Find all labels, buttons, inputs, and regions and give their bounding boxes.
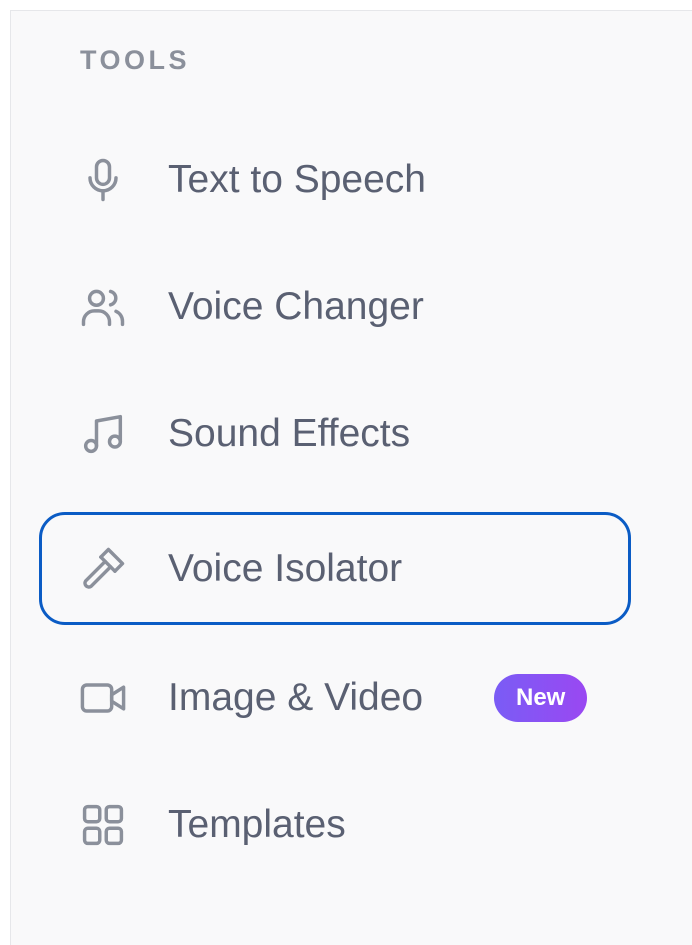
microphone-icon — [77, 154, 129, 206]
hammer-icon — [77, 543, 129, 595]
sidebar-item-templates[interactable]: Templates — [39, 768, 631, 881]
video-camera-icon — [77, 672, 129, 724]
new-badge: New — [494, 673, 588, 722]
sidebar-item-voice-isolator[interactable]: Voice Isolator — [39, 512, 631, 625]
sidebar-item-label: Voice Changer — [168, 285, 424, 328]
music-note-icon — [77, 408, 129, 460]
sidebar-item-label: Sound Effects — [168, 412, 411, 455]
sidebar-item-label: Templates — [168, 803, 346, 846]
grid-icon — [77, 799, 129, 851]
sidebar-panel: TOOLS Text to Speech Voice Changer Sound… — [10, 10, 692, 945]
sidebar-item-label: Image & Video — [168, 676, 424, 719]
sidebar-item-voice-changer[interactable]: Voice Changer — [39, 250, 631, 363]
users-icon — [77, 281, 129, 333]
sidebar-item-text-to-speech[interactable]: Text to Speech — [39, 123, 631, 236]
sidebar-item-image-video[interactable]: Image & Video New — [39, 641, 631, 754]
sidebar-item-label: Text to Speech — [168, 158, 426, 201]
sidebar-item-label: Voice Isolator — [168, 547, 403, 590]
sidebar-item-sound-effects[interactable]: Sound Effects — [39, 377, 631, 490]
section-title-tools: TOOLS — [80, 45, 191, 75]
